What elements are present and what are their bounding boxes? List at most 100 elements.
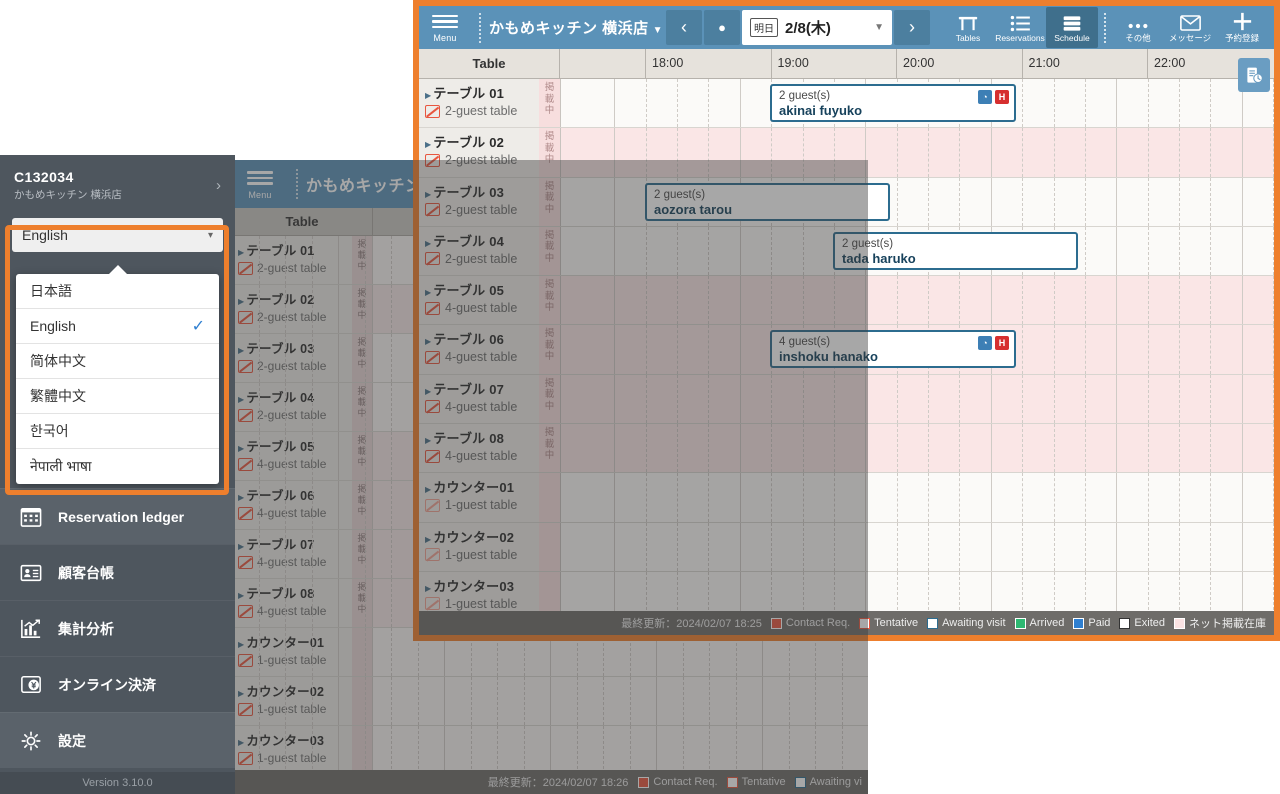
table-name-cell[interactable]: ▶ カウンター03 1-guest table <box>232 726 352 774</box>
language-dropdown-menu[interactable]: 日本語 English ✓ 简体中文 繁體中文 한국어 नेपाली भाषा <box>16 265 219 484</box>
table-name-cell[interactable]: ▶ テーブル 03 2-guest table <box>419 177 539 226</box>
table-row[interactable]: ▶ カウンター02 1-guest table <box>232 677 868 726</box>
table-row[interactable]: ▶ テーブル 07 4-guest table 掲載中 <box>419 374 1274 425</box>
toolbar-schedule-button[interactable]: Schedule <box>1046 7 1098 48</box>
expand-icon: ▶ <box>425 386 432 396</box>
table-capacity: 2-guest table <box>425 153 539 167</box>
table-name-cell[interactable]: ▶ テーブル 04 2-guest table <box>419 226 539 276</box>
table-name: ▶ テーブル 01 <box>425 86 505 101</box>
language-option[interactable]: नेपाली भाषा <box>16 449 219 484</box>
menu-button[interactable]: Menu <box>419 6 471 49</box>
today-button[interactable]: ● <box>704 10 740 45</box>
sidebar-item-gear[interactable]: 設定 <box>0 712 235 768</box>
published-badge: 掲載中 <box>539 276 560 325</box>
table-name-cell[interactable]: ▶ テーブル 05 4-guest table <box>419 276 539 325</box>
expand-icon: ▶ <box>425 238 432 248</box>
next-day-button[interactable]: › <box>894 10 930 45</box>
table-name-cell[interactable]: ▶ テーブル 04 2-guest table <box>232 383 352 431</box>
expand-icon: ▶ <box>425 534 432 544</box>
table-name-cell[interactable]: ▶ カウンター02 1-guest table <box>419 522 539 571</box>
timeline-cell[interactable] <box>560 374 1274 424</box>
table-capacity: 1-guest table <box>425 597 539 611</box>
topbar-divider <box>479 12 481 43</box>
table-name-cell[interactable]: ▶ テーブル 05 4-guest table <box>232 432 352 480</box>
table-row[interactable]: ▶ カウンター01 1-guest table <box>419 473 1274 523</box>
reservation-block[interactable]: 4 guest(s) inshoku hanako ◔ H <box>770 330 1016 369</box>
reservation-block[interactable]: 2 guest(s) aozora tarou <box>645 182 890 221</box>
toolbar--button[interactable]: 予約登録 <box>1216 7 1268 48</box>
timeline-cell[interactable] <box>232 726 868 774</box>
language-option[interactable]: 简体中文 <box>16 344 219 379</box>
table-row[interactable]: ▶ テーブル 05 4-guest table 掲載中 <box>419 276 1274 326</box>
table-name-cell[interactable]: ▶ テーブル 07 4-guest table <box>419 374 539 424</box>
table-name-cell[interactable]: ▶ カウンター01 1-guest table <box>419 473 539 522</box>
table-name-cell[interactable]: ▶ テーブル 01 2-guest table <box>232 236 352 284</box>
reservation-block[interactable]: 2 guest(s) akinai fuyuko ◔ H <box>770 84 1016 122</box>
date-picker[interactable]: 明日 2/8(木) ▼ <box>742 10 892 45</box>
table-row[interactable]: ▶ テーブル 03 2-guest table 掲載中 2 guest(s) aozora… <box>419 177 1274 227</box>
language-option[interactable]: 한국어 <box>16 414 219 449</box>
history-fab-button[interactable] <box>1238 58 1270 92</box>
sidebar-item-online-payment[interactable]: オンライン決済 <box>0 656 235 712</box>
table-capacity: 1-guest table <box>425 548 539 562</box>
table-name-cell[interactable]: ▶ テーブル 08 4-guest table <box>232 579 352 627</box>
table-row[interactable]: ▶ カウンター02 1-guest table <box>419 522 1274 572</box>
language-option-label: नेपाली भाषा <box>30 458 92 474</box>
expand-icon: ▶ <box>425 91 432 100</box>
table-row[interactable]: ▶ カウンター03 1-guest table <box>232 726 868 775</box>
timeline-cell[interactable] <box>232 677 868 725</box>
toolbar--button[interactable]: メッセージ <box>1164 7 1216 48</box>
sidebar-item-analytics[interactable]: 集計分析 <box>0 600 235 656</box>
table-row[interactable]: ▶ テーブル 04 2-guest table 掲載中 2 guest(s) tada h… <box>419 226 1274 277</box>
timeline-cell[interactable]: 2 guest(s) aozora tarou <box>560 177 1274 226</box>
table-row[interactable]: ▶ テーブル 08 4-guest table 掲載中 <box>419 424 1274 474</box>
schedule-window[interactable]: Menu かもめキッチン 横浜店 ▼ ‹ ● 明日 2/8(木) ▼ › Tabl… <box>413 0 1280 641</box>
table-row[interactable]: ▶ テーブル 02 2-guest table 掲載中 <box>419 128 1274 178</box>
language-option[interactable]: English ✓ <box>16 309 219 344</box>
table-name-cell[interactable]: ▶ カウンター02 1-guest table <box>232 677 352 725</box>
account-header[interactable]: C132034 かもめキッチン 横浜店 › <box>0 155 235 212</box>
timeline-cell[interactable] <box>560 473 1274 522</box>
sidebar-item-calendar[interactable]: Reservation ledger <box>0 488 235 544</box>
table-name: ▶ テーブル 08 <box>238 587 315 601</box>
expand-icon: ▶ <box>425 288 432 298</box>
timeline-cell[interactable]: 2 guest(s) tada haruko <box>560 226 1274 276</box>
table-name-cell[interactable]: ▶ テーブル 02 2-guest table <box>232 285 352 333</box>
toolbar-tables-button[interactable]: Tables <box>942 7 994 48</box>
table-name: ▶ カウンター03 <box>238 734 325 748</box>
table-name-cell[interactable]: ▶ テーブル 07 4-guest table <box>232 530 352 578</box>
table-row[interactable]: ▶ テーブル 06 4-guest table 掲載中 4 guest(s) inshok… <box>419 325 1274 375</box>
table-name-cell[interactable]: ▶ テーブル 08 4-guest table <box>419 424 539 473</box>
timeline-cell[interactable]: 4 guest(s) inshoku hanako ◔ H <box>560 325 1274 374</box>
sidebar-item-contact-card[interactable]: 顧客台帳 <box>0 544 235 600</box>
table-unavailable-icon <box>238 408 253 422</box>
expand-icon: ▶ <box>238 591 245 600</box>
reservation-block[interactable]: 2 guest(s) tada haruko <box>833 231 1078 270</box>
table-capacity: 2-guest table <box>238 408 352 422</box>
toolbar-reservations-button[interactable]: Reservations <box>994 7 1046 48</box>
analytics-icon <box>18 617 44 641</box>
toolbar--button[interactable]: その他 <box>1112 7 1164 48</box>
table-unavailable-icon <box>425 252 440 266</box>
timeline-cell[interactable] <box>560 522 1274 571</box>
timeline-cell[interactable]: 2 guest(s) akinai fuyuko ◔ H <box>560 79 1274 128</box>
table-name-cell[interactable]: ▶ テーブル 02 2-guest table <box>419 128 539 177</box>
prev-day-button[interactable]: ‹ <box>666 10 702 45</box>
table-name: ▶ テーブル 08 <box>425 431 505 447</box>
table-row[interactable]: ▶ テーブル 01 2-guest table 掲載中 2 guest(s) akinai… <box>419 79 1274 129</box>
table-name-cell[interactable]: ▶ テーブル 06 4-guest table <box>419 325 539 374</box>
table-name-cell[interactable]: ▶ テーブル 03 2-guest table <box>232 334 352 382</box>
table-name-cell[interactable]: ▶ カウンター01 1-guest table <box>232 628 352 676</box>
expand-icon: ▶ <box>238 297 245 306</box>
table-name-cell[interactable]: ▶ テーブル 06 4-guest table <box>232 481 352 529</box>
timeline-cell[interactable] <box>560 128 1274 177</box>
published-badge: 掲載中 <box>352 236 372 284</box>
timeline-cell[interactable] <box>560 276 1274 325</box>
language-selector[interactable]: English ▾ <box>12 218 223 252</box>
table-name-cell[interactable]: ▶ テーブル 01 2-guest table <box>419 79 539 128</box>
back-menu-button[interactable]: Menu <box>232 160 288 208</box>
store-selector[interactable]: かもめキッチン 横浜店 ▼ <box>489 17 663 38</box>
timeline-cell[interactable] <box>560 424 1274 473</box>
language-option[interactable]: 日本語 <box>16 274 219 309</box>
language-option[interactable]: 繁體中文 <box>16 379 219 414</box>
